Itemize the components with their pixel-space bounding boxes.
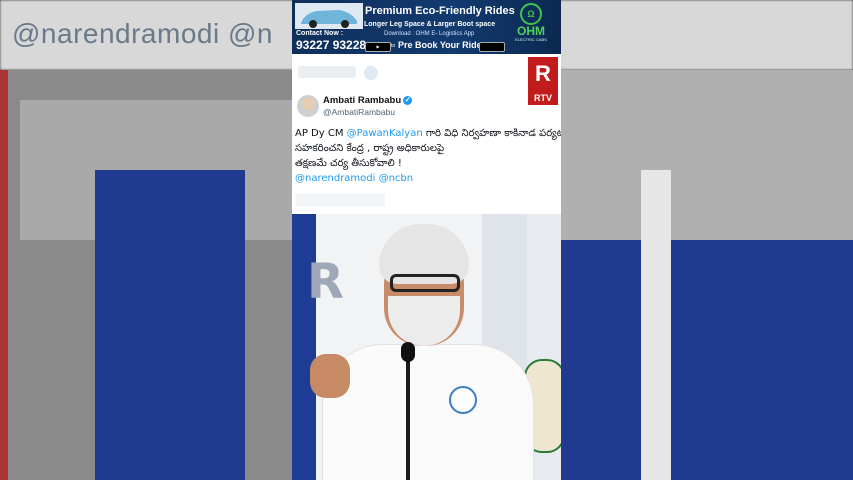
short-video-frame[interactable]: Contact Now : 93227 93228 Premium Eco-Fr…	[292, 0, 561, 480]
car-icon	[295, 3, 363, 29]
ad-download-text: Download : OHM E- Logistics App	[384, 31, 475, 37]
blurred-right-panel	[561, 70, 853, 480]
ad-subtitle: Longer Leg Space & Larger Boot space	[364, 21, 496, 28]
mention-link: @PawanKalyan	[346, 128, 423, 139]
blurred-left-panel	[0, 70, 292, 480]
ad-phone-number: 93227 93228	[296, 38, 367, 52]
speaker-hand	[310, 354, 350, 398]
ad-contact-label: Contact Now :	[296, 30, 344, 37]
google-play-icon: ▶	[365, 42, 391, 52]
speaker-shirt	[322, 344, 534, 480]
rtv-logo-letter: R	[535, 61, 551, 86]
tweet-text: AP Dy CM @PawanKalyan గారి విధి నిర్వహణా…	[295, 126, 561, 186]
glasses-icon	[390, 274, 460, 292]
faded-prev-name	[298, 66, 356, 78]
microphone-stand	[406, 354, 410, 480]
ohm-logo: Ω OHM ELECTRIC CABS	[505, 3, 557, 51]
blurred-top-text: @narendramodi @n	[12, 18, 273, 49]
ohm-brand: OHM	[517, 24, 545, 38]
rtv-logo: R RTV	[527, 56, 559, 106]
ohm-symbol-icon: Ω	[520, 3, 542, 25]
tweet-mentions: @narendramodi @ncbn	[295, 173, 414, 184]
rtv-logo-name: RTV	[534, 93, 552, 103]
backdrop-logo-icon: R	[307, 254, 344, 310]
tweet-card: Ambati Rambabu ✓ @AmbatiRambabu AP Dy CM …	[292, 54, 561, 214]
tweet-author-handle: @AmbatiRambabu	[323, 107, 395, 117]
ad-title: Premium Eco-Friendly Rides	[365, 5, 515, 17]
app-store-icon	[479, 42, 505, 52]
avatar	[297, 95, 319, 117]
tweet-author-name: Ambati Rambabu ✓	[323, 95, 413, 106]
speaker-video[interactable]: R	[292, 214, 561, 480]
ad-to-text: to	[391, 43, 396, 49]
verified-badge-icon: ✓	[403, 95, 413, 105]
ad-prebook-text: Pre Book Your Ride	[398, 40, 482, 50]
microphone-icon	[401, 342, 415, 362]
ohm-brand-sub: ELECTRIC CABS	[515, 37, 547, 42]
ad-banner[interactable]: Contact Now : 93227 93228 Premium Eco-Fr…	[292, 0, 561, 54]
badge-pin-icon	[449, 386, 477, 414]
